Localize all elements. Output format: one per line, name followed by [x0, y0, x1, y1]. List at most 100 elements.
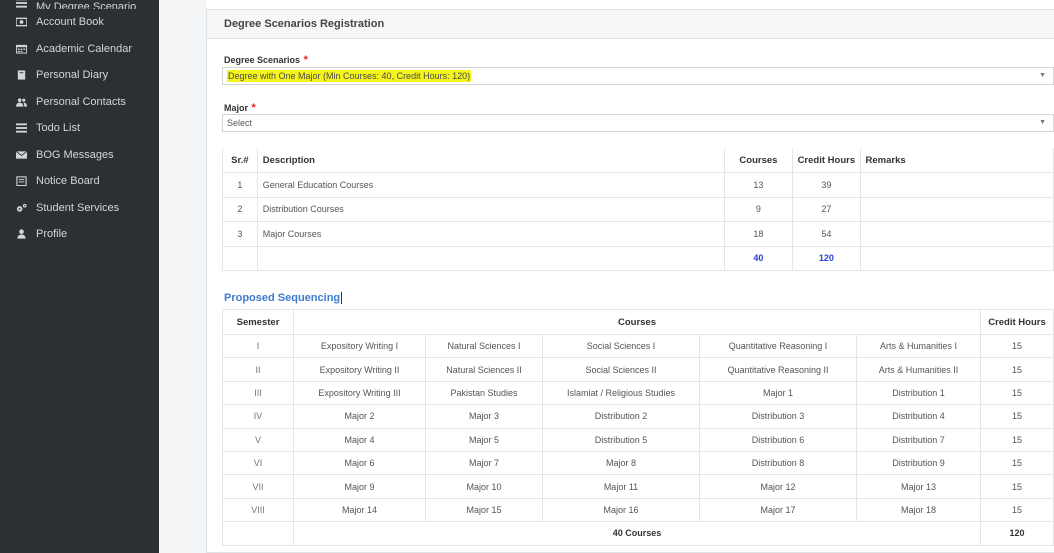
degree-summary-table: Sr.# Description Courses Credit Hours Re…	[222, 148, 1054, 271]
degree-scenarios-label: Degree Scenarios *	[224, 54, 308, 66]
sidebar-item-label: Personal Diary	[36, 69, 109, 82]
proposed-sequencing-title-text: Proposed Sequencing	[224, 292, 341, 304]
cell-course: Major 15	[425, 497, 543, 523]
sidebar-item-label: Student Services	[36, 201, 120, 214]
major-select[interactable]: Select ▼	[222, 114, 1054, 132]
cell-course: Major 17	[699, 497, 857, 523]
major-selected-value: Select	[227, 118, 253, 128]
table-total-row: 40 120	[222, 245, 1054, 271]
cell-course: Major 8	[542, 450, 700, 476]
cell-sr: 3	[222, 221, 258, 247]
footer-total-courses: 40 Courses	[293, 521, 981, 546]
degree-scenarios-selected-value: Degree with One Major (Min Courses: 40, …	[227, 70, 472, 82]
cell-course: Major 4	[293, 427, 426, 452]
sidebar-item-personal-contacts[interactable]: Personal Contacts	[0, 89, 159, 116]
money-icon	[15, 17, 27, 27]
sidebar-item-bog-messages[interactable]: BOG Messages	[0, 142, 159, 169]
degree-scenarios-label-text: Degree Scenarios	[224, 55, 301, 65]
cell-credit-hours: 15	[980, 333, 1054, 359]
required-mark: *	[251, 102, 256, 114]
sidebar-item-account-book[interactable]: Account Book	[0, 9, 159, 36]
cell-semester: VII	[222, 474, 294, 499]
col-header-remarks: Remarks	[859, 148, 1054, 173]
cell-sr: 1	[222, 172, 258, 198]
sidebar-item-notice-board[interactable]: Notice Board	[0, 168, 159, 195]
user-icon	[15, 229, 27, 239]
cell-empty	[222, 521, 294, 546]
col-header-semester: Semester	[222, 309, 294, 335]
cell-course: Major 9	[293, 474, 426, 499]
sidebar-item-label: Personal Contacts	[36, 95, 126, 108]
table-row: I Expository Writing I Natural Sciences IS…	[222, 333, 1054, 359]
cell-course: Major 3	[425, 404, 543, 429]
sidebar-item-label: Notice Board	[36, 175, 100, 188]
cell-course: Distribution 1	[856, 380, 981, 406]
list-icon	[15, 0, 27, 8]
cell-course: Major 18	[856, 497, 981, 523]
table-row: V Major 4 Major 5 Distribution 5 Distributio…	[222, 427, 1054, 452]
sidebar-item-profile[interactable]: Profile	[0, 221, 159, 248]
cell-course: Distribution 2	[542, 404, 700, 429]
envelope-icon	[15, 150, 27, 160]
table-row: VII Major 9 Major 10 Major 11 Major 12 Major …	[222, 474, 1054, 499]
cell-course: Distribution 9	[856, 450, 981, 476]
cell-credit-hours: 15	[980, 380, 1054, 406]
proposed-sequencing-title: Proposed Sequencing	[224, 292, 343, 305]
cell-courses: 9	[723, 196, 794, 222]
cell-credit-hours: 54	[792, 221, 861, 247]
cell-course: Major 2	[293, 404, 426, 429]
cell-course: Major 10	[425, 474, 543, 499]
cell-course: Major 12	[699, 474, 857, 499]
cell-course: Major 6	[293, 450, 426, 476]
chevron-down-icon: ▼	[1039, 72, 1046, 79]
cell-description: Distribution Courses	[256, 196, 725, 222]
sidebar-item-label: Todo List	[36, 122, 81, 135]
degree-registration-panel: Degree Scenarios Registration Degree Sce…	[206, 9, 1054, 553]
table-header-row: Semester Courses Credit Hours	[222, 309, 1054, 335]
cell-course: Major 13	[856, 474, 981, 499]
total-credit-hours: 120	[792, 245, 861, 271]
cell-course: Islamiat / Religious Studies	[542, 380, 700, 406]
cell-course: Major 14	[293, 497, 426, 523]
degree-scenarios-select[interactable]: Degree with One Major (Min Courses: 40, …	[222, 67, 1054, 85]
cell-course: Major 11	[542, 474, 700, 499]
cell-course: Major 5	[425, 427, 543, 452]
required-mark: *	[303, 54, 308, 66]
sidebar-item-academic-calendar[interactable]: Academic Calendar	[0, 36, 159, 63]
sidebar-item-my-degree-scenario[interactable]: My Degree Scenario	[0, 0, 159, 9]
cell-credit-hours: 15	[980, 474, 1054, 499]
calendar-icon	[15, 44, 27, 54]
cell-course: Arts & Humanities I	[856, 333, 981, 359]
panel-title: Degree Scenarios Registration	[207, 10, 1054, 39]
col-header-credit-hours: Credit Hours	[980, 309, 1054, 335]
clipboard-icon	[15, 176, 27, 187]
cell-course: Expository Writing I	[293, 333, 426, 359]
users-icon	[15, 97, 27, 107]
sidebar-item-student-services[interactable]: Student Services	[0, 195, 159, 222]
sidebar-item-label: Account Book	[36, 16, 104, 29]
cell-sr: 2	[222, 196, 258, 222]
table-row: 3 Major Courses 18 54	[222, 221, 1054, 247]
sidebar-item-todo-list[interactable]: Todo List	[0, 115, 159, 142]
cell-course: Arts & Humanities II	[856, 357, 981, 382]
cell-credit-hours: 15	[980, 427, 1054, 452]
footer-total-credit-hours: 120	[980, 521, 1054, 546]
cell-semester: V	[222, 427, 294, 452]
cell-course: Natural Sciences I	[425, 333, 543, 359]
cell-course: Distribution 5	[542, 427, 700, 452]
cell-semester: III	[222, 380, 294, 406]
table-row: 1 General Education Courses 13 39	[222, 172, 1054, 198]
table-row: IV Major 2 Major 3 Distribution 2 Distributi…	[222, 404, 1054, 429]
proposed-sequencing-table: Semester Courses Credit Hours I Expositor…	[222, 309, 1054, 546]
cell-remarks	[859, 196, 1054, 222]
cell-semester: II	[222, 357, 294, 382]
cell-credit-hours: 39	[792, 172, 861, 198]
table-row: II Expository Writing II Natural Sciences …	[222, 357, 1054, 382]
cogs-icon	[15, 203, 27, 213]
cell-course: Quantitative Reasoning I	[699, 333, 857, 359]
cell-course: Quantitative Reasoning II	[699, 357, 857, 382]
chevron-down-icon: ▼	[1039, 119, 1046, 126]
sidebar-item-personal-diary[interactable]: Personal Diary	[0, 62, 159, 89]
major-label-text: Major	[224, 103, 249, 113]
cell-course: Major 7	[425, 450, 543, 476]
